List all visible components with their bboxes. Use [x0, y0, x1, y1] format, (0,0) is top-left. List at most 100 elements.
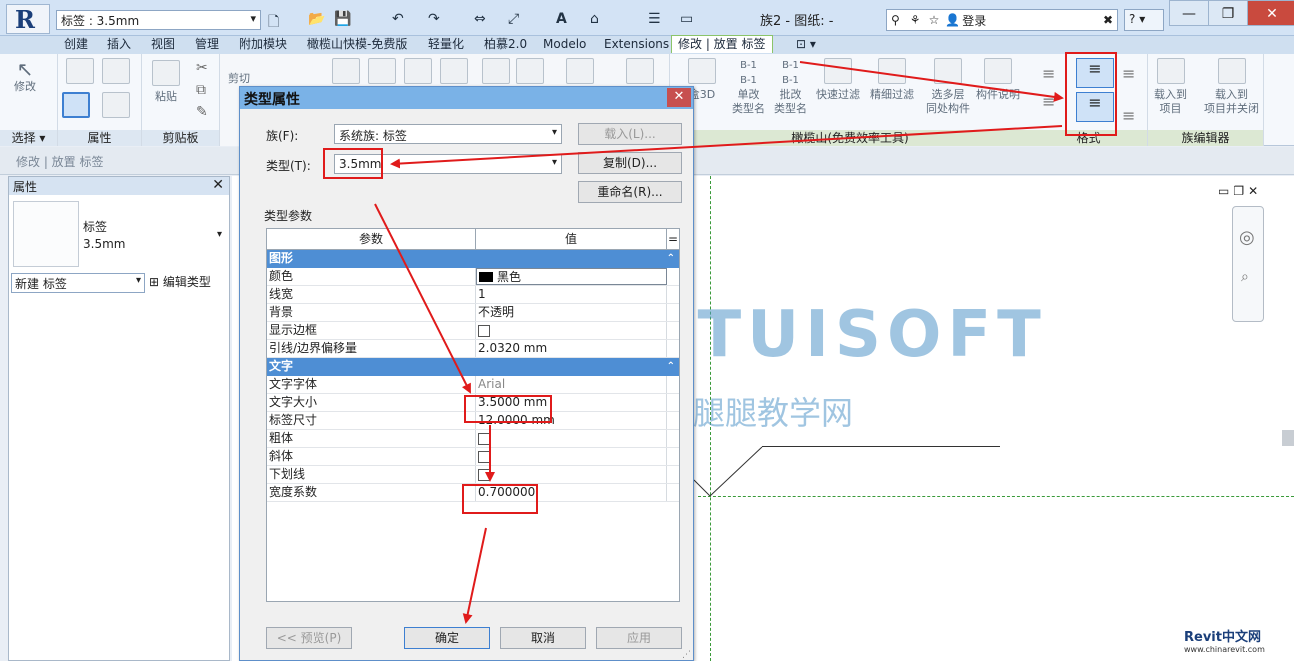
- multi-layer-select-button[interactable]: 选多层 同处构件: [926, 58, 970, 116]
- open-icon[interactable]: 📂: [308, 11, 325, 27]
- table-row: 线宽 1: [267, 286, 679, 304]
- color-value[interactable]: 黑色: [476, 268, 667, 285]
- apply-button[interactable]: 应用: [596, 627, 682, 649]
- chevron-down-icon: ▾: [135, 275, 141, 286]
- tab-extensions[interactable]: Extensions: [604, 36, 669, 54]
- copy-element-icon[interactable]: [516, 58, 544, 84]
- tab-modify-place-tag[interactable]: 修改 | 放置 标签: [671, 35, 773, 53]
- load-and-close-button[interactable]: 载入到 项目并关闭: [1204, 58, 1259, 116]
- minimize-view-icon[interactable]: ▭: [1218, 184, 1229, 198]
- text-icon[interactable]: A: [556, 11, 567, 27]
- tab-view[interactable]: 视图: [151, 36, 175, 54]
- type-properties-icon[interactable]: [102, 58, 130, 84]
- new-icon[interactable]: 🗋: [268, 11, 279, 35]
- subscription-icon[interactable]: ⚘: [910, 13, 921, 27]
- redo-icon[interactable]: ↷: [428, 11, 440, 27]
- show-border-checkbox[interactable]: [478, 324, 490, 337]
- dialog-close-button[interactable]: ✕: [667, 88, 691, 107]
- italic-checkbox[interactable]: [478, 450, 490, 463]
- quick-filter-button[interactable]: 快速过滤: [816, 58, 860, 102]
- type-selector-combo[interactable]: 标签 : 3.5mm ▾: [56, 10, 261, 30]
- tab-manage[interactable]: 管理: [195, 36, 219, 54]
- cancel-button[interactable]: 取消: [500, 627, 586, 649]
- component-description-button[interactable]: 构件说明: [976, 58, 1020, 102]
- family-types-icon[interactable]: [102, 92, 130, 118]
- ok-button[interactable]: 确定: [404, 627, 490, 649]
- save-icon[interactable]: 💾: [334, 11, 351, 27]
- paste-button[interactable]: 粘贴: [152, 60, 180, 104]
- tab-modelo[interactable]: Modelo: [543, 36, 586, 54]
- batch-change-type-button[interactable]: B-1 B-1 批改 类型名: [774, 58, 807, 116]
- move-icon[interactable]: [482, 58, 510, 84]
- load-into-project-button[interactable]: 载入到 项目: [1154, 58, 1187, 116]
- restore-view-icon[interactable]: ❐: [1233, 184, 1244, 198]
- steering-wheel-icon[interactable]: ◎: [1239, 227, 1255, 248]
- mirror-draw-icon[interactable]: [440, 58, 468, 84]
- align-right-icon[interactable]: ≡: [1122, 64, 1135, 83]
- properties-icon[interactable]: [66, 58, 94, 84]
- sort-icon[interactable]: =: [667, 229, 679, 249]
- underline-checkbox[interactable]: [478, 468, 490, 481]
- duplicate-button[interactable]: 复制(D)...: [578, 152, 682, 174]
- tab-bimu[interactable]: 柏慕2.0: [484, 36, 527, 54]
- group-header-text[interactable]: 文字 ⌃: [267, 358, 679, 376]
- properties-toggle-icon[interactable]: [62, 92, 90, 118]
- close-view-icon[interactable]: ✕: [1248, 184, 1258, 198]
- switch-windows-icon[interactable]: ▭: [680, 11, 693, 27]
- family-combo[interactable]: 系统族: 标签 ▾: [334, 124, 562, 144]
- align-left-icon[interactable]: ≡: [1042, 64, 1055, 83]
- undo-icon[interactable]: ↶: [392, 11, 404, 27]
- chevron-down-icon[interactable]: ▾: [217, 229, 222, 240]
- single-change-type-button[interactable]: B-1 B-1 单改 类型名: [732, 58, 765, 116]
- resize-grip-icon[interactable]: ⋰: [682, 650, 691, 660]
- infocenter-search[interactable]: ⚲ ⚘ ☆ 👤 登录 ✖: [886, 9, 1118, 31]
- mirror-pick-icon[interactable]: [404, 58, 432, 84]
- type-selector[interactable]: 标签 3.5mm: [83, 219, 125, 253]
- clipboard-group-label: 剪贴板: [142, 130, 219, 146]
- cut-geometry-button[interactable]: 剪切: [228, 72, 250, 86]
- align-top-icon[interactable]: ≡: [1042, 92, 1055, 111]
- favorites-star-icon[interactable]: ☆: [929, 13, 940, 27]
- edit-type-button[interactable]: ⊞ 编辑类型: [149, 273, 211, 290]
- close-window-button[interactable]: ✕: [1247, 0, 1294, 26]
- thin-lines-icon[interactable]: ☰: [648, 11, 661, 27]
- close-icon[interactable]: ✕: [212, 177, 224, 193]
- tab-insert[interactable]: 插入: [107, 36, 131, 54]
- preview-button[interactable]: << 预览(P): [266, 627, 352, 649]
- tab-light[interactable]: 轻量化: [428, 36, 464, 54]
- load-button[interactable]: 载入(L)...: [578, 123, 682, 145]
- help-button[interactable]: ? ▾: [1124, 9, 1164, 31]
- x-exchange-icon[interactable]: ✖: [1103, 13, 1113, 27]
- align-bottom-icon[interactable]: ≡: [1122, 106, 1135, 125]
- cut-icon[interactable]: ✂: [196, 60, 208, 76]
- leader-tick: [694, 479, 711, 497]
- copy-icon[interactable]: ⧉: [196, 82, 206, 98]
- binoculars-icon[interactable]: ⚲: [891, 13, 900, 27]
- maximize-button[interactable]: ❐: [1208, 0, 1248, 26]
- 3d-view-icon[interactable]: ⌂: [590, 11, 599, 27]
- chevron-down-icon: ▾: [551, 127, 557, 138]
- select-group-label[interactable]: 选择 ▾: [0, 130, 57, 146]
- scrollbar-thumb[interactable]: [1282, 430, 1294, 446]
- view-settings-icon[interactable]: [626, 58, 654, 84]
- instance-filter-combo[interactable]: 新建 标签 ▾: [11, 273, 145, 293]
- zoom-icon[interactable]: ⌕: [1241, 269, 1249, 285]
- tab-create[interactable]: 创建: [64, 36, 88, 54]
- rename-button[interactable]: 重命名(R)...: [578, 181, 682, 203]
- measure-icon[interactable]: ⇔: [474, 11, 486, 27]
- bold-checkbox[interactable]: [478, 432, 490, 445]
- modify-button[interactable]: ↖ 修改: [14, 59, 36, 94]
- fine-filter-button[interactable]: 精细过滤: [870, 58, 914, 102]
- array-icon[interactable]: [566, 58, 594, 84]
- sign-in-link[interactable]: 登录: [962, 12, 986, 29]
- tab-addins[interactable]: 附加模块: [239, 36, 287, 54]
- minimize-button[interactable]: —: [1169, 0, 1209, 26]
- group-header-graphics[interactable]: 图形 ⌃: [267, 250, 679, 268]
- ribbon-minimize-icon[interactable]: ⊡ ▾: [796, 36, 816, 54]
- align-icon[interactable]: [332, 58, 360, 84]
- offset-icon[interactable]: [368, 58, 396, 84]
- match-properties-icon[interactable]: ✎: [196, 104, 208, 120]
- tab-olive[interactable]: 橄榄山快模-免费版: [307, 36, 407, 54]
- dimension-icon[interactable]: ⤢: [508, 11, 519, 27]
- app-menu-button[interactable]: R: [6, 4, 50, 34]
